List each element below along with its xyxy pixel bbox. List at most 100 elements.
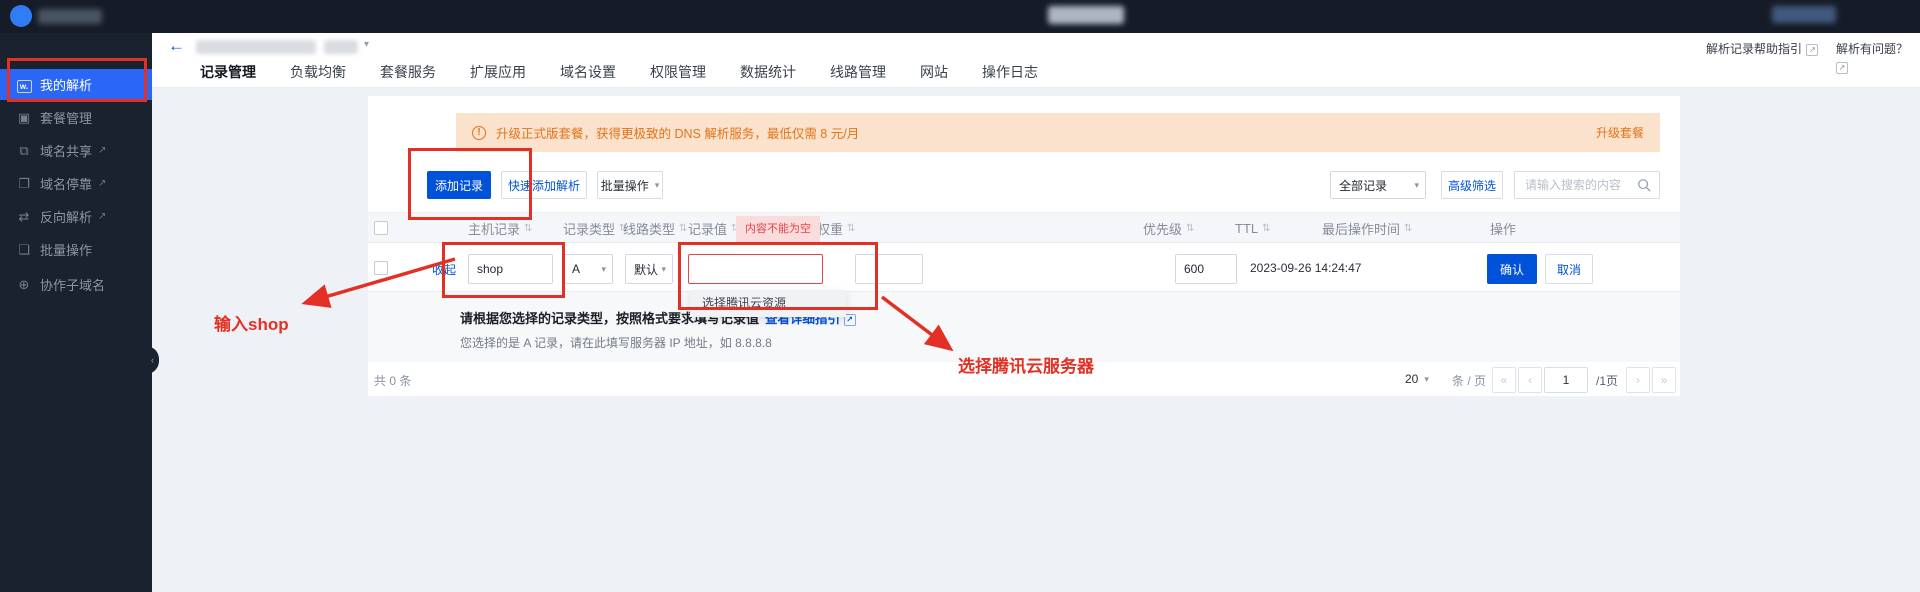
last-operation-time: 2023-09-26 14:24:47 [1250,261,1361,275]
quick-add-button[interactable]: 快速添加解析 [501,171,587,199]
cancel-button[interactable]: 取消 [1545,254,1593,284]
per-page-label: 条 / 页 [1452,372,1486,389]
row-checkbox[interactable] [374,261,388,275]
help-guide-link-wrap: 解析记录帮助指引 ↗ [1706,40,1818,58]
ttl-input[interactable] [1175,254,1237,284]
weight-input[interactable] [855,254,923,284]
advanced-filter-button[interactable]: 高级筛选 [1441,171,1503,199]
search-input[interactable] [1523,177,1631,193]
col-line-type: 线路类型⇅ [623,213,687,244]
sort-icon[interactable]: ⇅ [847,223,855,234]
tab-operation-log[interactable]: 操作日志 [982,62,1038,82]
tab-bar: 记录管理 负载均衡 套餐服务 扩展应用 域名设置 权限管理 数据统计 线路管理 … [200,55,1038,88]
next-page-button[interactable]: › [1626,367,1650,393]
col-record-type: 记录类型⇅ [563,213,627,244]
col-actions: 操作 [1490,213,1516,244]
sidebar-item-reverse-dns[interactable]: ⇄ 反向解析 ↗ [0,201,152,232]
sidebar-item-label: 域名共享 [40,141,92,160]
external-link-icon: ↗ [98,211,106,222]
line-type-value: 默认 [634,261,658,278]
annotation-note-resource: 选择腾讯云服务器 [958,352,1094,377]
collapse-row-link[interactable]: 收起 [432,261,456,278]
sidebar-item-label: 协作子域名 [40,275,105,294]
add-record-button[interactable]: 添加记录 [427,171,491,199]
external-link-icon: ↗ [1836,62,1848,74]
page-number-input[interactable] [1544,367,1588,393]
chevron-down-icon: ▾ [661,264,666,275]
search-icon[interactable] [1637,178,1651,192]
help-guide-link[interactable]: 解析记录帮助指引 [1706,42,1802,56]
top-navbar [0,0,1920,33]
window-icon: ❐ [16,176,32,192]
domain-switch-caret-icon[interactable]: ▾ [364,39,369,50]
sidebar-item-collaborative-subdomain[interactable]: ⊕ 协作子域名 [0,269,152,300]
col-priority: 优先级⇅ [1143,213,1194,244]
total-count: 共 0 条 [374,372,411,389]
tencent-cloud-resource-option[interactable]: 选择腾讯云资源 [690,290,846,317]
tab-load-balancing[interactable]: 负载均衡 [290,62,346,82]
line-type-select[interactable]: 默认 ▾ [625,254,673,284]
sidebar-item-label: 批量操作 [40,240,92,259]
banner-text: 升级正式版套餐，获得更极致的 DNS 解析服务，最低仅需 8 元/月 [496,123,859,142]
col-record-value: 记录值⇅ [688,213,739,244]
redacted-domain-suffix [324,40,358,54]
redacted-topbar-account [1772,6,1836,23]
first-page-button[interactable]: « [1492,367,1516,393]
annotation-note-host: 输入shop [214,310,289,335]
dnspod-mark-icon: w. [16,77,32,93]
redacted-domain-name [196,40,316,54]
sort-icon[interactable]: ⇅ [1186,223,1194,234]
sidebar-item-plan-management[interactable]: ▣ 套餐管理 [0,102,152,133]
host-record-input[interactable] [468,254,553,284]
sidebar-item-my-dns[interactable]: w. 我的解析 [0,69,152,100]
record-filter-dropdown[interactable]: 全部记录 ▾ [1330,171,1426,199]
sidebar-collapse-handle[interactable]: ‹ [146,346,159,374]
tab-plan-services[interactable]: 套餐服务 [380,62,436,82]
pagination: « ‹ /1页 › » [1492,367,1676,393]
record-type-select[interactable]: A ▾ [563,254,613,284]
back-arrow-icon[interactable]: ← [168,36,185,56]
page-total-label: /1页 [1590,372,1624,389]
sidebar-item-domain-sharing[interactable]: ⧉ 域名共享 ↗ [0,135,152,166]
page-size-value: 20 [1405,372,1418,386]
sort-icon[interactable]: ⇅ [1262,223,1270,234]
globe-icon: ⊕ [16,277,32,293]
sidebar-item-label: 套餐管理 [40,108,92,127]
reverse-icon: ⇄ [16,209,32,225]
record-value-input[interactable] [688,254,823,284]
hint-line2: 您选择的是 A 记录，请在此填写服务器 IP 地址，如 8.8.8.8 [460,334,772,351]
sidebar-item-domain-parking[interactable]: ❐ 域名停靠 ↗ [0,168,152,199]
copy-icon: ❏ [16,242,32,258]
issue-link-wrap: 解析有问题？ ↗ [1836,40,1920,76]
upgrade-plan-link[interactable]: 升级套餐 [1596,124,1644,141]
select-all-checkbox[interactable] [374,221,388,235]
tab-record-management[interactable]: 记录管理 [200,62,256,82]
prev-page-button[interactable]: ‹ [1518,367,1542,393]
record-filter-label: 全部记录 [1339,177,1387,194]
external-link-icon: ↗ [98,178,106,189]
tab-domain-settings[interactable]: 域名设置 [560,62,616,82]
sidebar: DNS 解析 DNSPod w. 我的解析 ▣ 套餐管理 ⧉ 域名共享 ↗ ❐ … [0,33,152,592]
sort-icon[interactable]: ⇅ [1404,223,1412,234]
confirm-button[interactable]: 确认 [1487,254,1537,284]
tab-permission-management[interactable]: 权限管理 [650,62,706,82]
col-ttl: TTL⇅ [1235,213,1271,244]
tab-website[interactable]: 网站 [920,62,948,82]
tab-extensions[interactable]: 扩展应用 [470,62,526,82]
tab-line-management[interactable]: 线路管理 [830,62,886,82]
sidebar-item-batch-operation[interactable]: ❏ 批量操作 [0,234,152,265]
col-host-record: 主机记录⇅ [468,213,532,244]
record-type-value: A [572,262,580,276]
last-page-button[interactable]: » [1652,367,1676,393]
issue-link[interactable]: 解析有问题？ [1836,42,1908,56]
batch-operation-dropdown[interactable]: 批量操作 ▾ [597,171,663,199]
chevron-down-icon: ▾ [1414,180,1419,191]
page-size-select[interactable]: 20 ▾ [1405,367,1429,391]
info-icon: ! [472,126,486,140]
redacted-brand-text [38,9,102,24]
sidebar-item-label: 域名停靠 [40,174,92,193]
validation-tooltip: 内容不能为空 [736,216,820,242]
tab-statistics[interactable]: 数据统计 [740,62,796,82]
sort-icon[interactable]: ⇅ [679,223,687,234]
sort-icon[interactable]: ⇅ [524,223,532,234]
